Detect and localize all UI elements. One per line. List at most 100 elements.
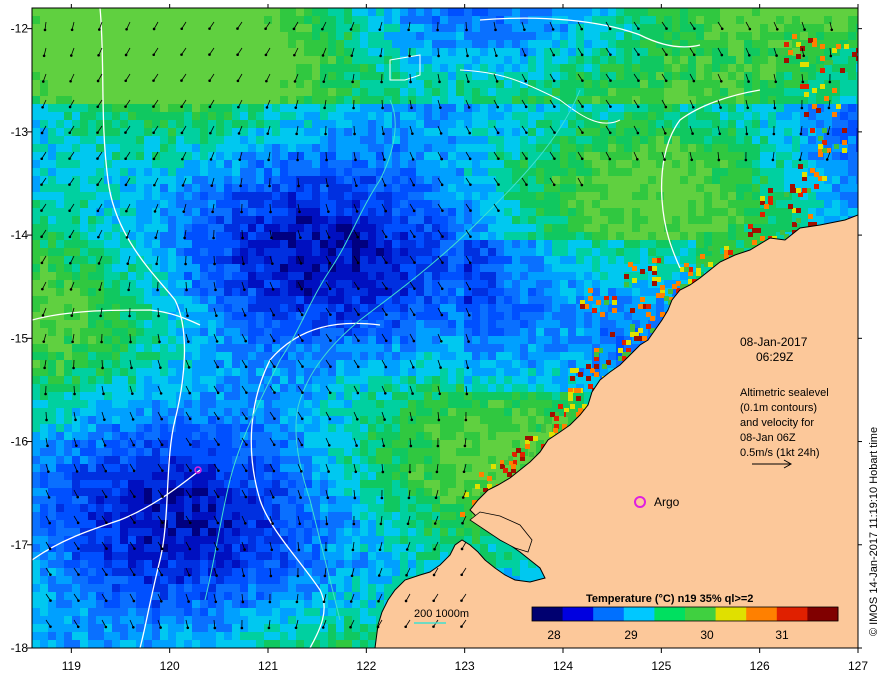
sst-pixel [616, 296, 624, 304]
sst-pixel [856, 160, 858, 168]
sst-pixel [704, 24, 712, 32]
sst-pixel [216, 56, 224, 64]
sst-pixel [352, 352, 360, 360]
sst-pixel [264, 240, 272, 248]
sst-pixel [312, 128, 320, 136]
sst-pixel [744, 208, 752, 216]
sst-pixel [96, 168, 104, 176]
sst-pixel [296, 8, 304, 16]
sst-pixel [856, 168, 858, 176]
sst-pixel [808, 56, 816, 64]
sst-pixel [384, 72, 392, 80]
sst-pixel [616, 40, 624, 48]
sst-pixel [512, 376, 520, 384]
sst-pixel [856, 176, 858, 184]
sst-pixel [608, 184, 616, 192]
sst-pixel [240, 104, 248, 112]
sst-pixel [456, 288, 464, 296]
sst-pixel [400, 208, 408, 216]
sst-pixel [272, 208, 280, 216]
sst-pixel [536, 96, 544, 104]
sst-pixel [696, 224, 704, 232]
sst-pixel [312, 112, 320, 120]
sst-pixel [312, 200, 320, 208]
sst-pixel [176, 288, 184, 296]
sst-pixel [600, 104, 608, 112]
sst-pixel [744, 144, 752, 152]
sst-pixel [112, 160, 120, 168]
sst-pixel [128, 184, 136, 192]
sst-pixel [432, 160, 440, 168]
sst-pixel [848, 72, 856, 80]
sst-pixel [480, 32, 488, 40]
sst-pixel [696, 40, 704, 48]
sst-pixel [112, 328, 120, 336]
sst-pixel [496, 264, 504, 272]
sst-pixel [464, 328, 472, 336]
sst-pixel [112, 240, 120, 248]
sst-pixel [616, 192, 624, 200]
sst-pixel [344, 104, 352, 112]
sst-pixel [232, 136, 240, 144]
sst-pixel [640, 120, 648, 128]
sst-pixel [808, 176, 816, 184]
sst-pixel [424, 216, 432, 224]
sst-pixel [192, 24, 200, 32]
sst-pixel [40, 368, 48, 376]
sst-pixel [744, 168, 752, 176]
sst-pixel [448, 232, 456, 240]
sst-pixel [264, 320, 272, 328]
sst-pixel [440, 16, 448, 24]
sst-pixel [656, 112, 664, 120]
sst-pixel [488, 216, 496, 224]
sst-pixel [728, 144, 736, 152]
sst-pixel [232, 56, 240, 64]
sst-pixel [400, 24, 408, 32]
sst-pixel [344, 96, 352, 104]
sst-pixel [704, 192, 712, 200]
sst-pixel [712, 64, 720, 72]
sst-pixel [680, 160, 688, 168]
sst-pixel [248, 336, 256, 344]
sst-pixel [216, 280, 224, 288]
sst-pixel [400, 96, 408, 104]
sst-pixel [168, 112, 176, 120]
sst-pixel [288, 176, 296, 184]
sst-pixel [384, 8, 392, 16]
sst-pixel [336, 24, 344, 32]
sst-pixel [240, 168, 248, 176]
sst-pixel [328, 240, 336, 248]
sst-pixel [424, 40, 432, 48]
sst-pixel [528, 328, 536, 336]
sst-pixel [128, 104, 136, 112]
sst-pixel [568, 184, 576, 192]
sst-pixel [848, 192, 856, 200]
sst-pixel [336, 152, 344, 160]
sst-pixel [608, 8, 616, 16]
sst-pixel [584, 320, 592, 328]
sst-pixel [480, 168, 488, 176]
sst-pixel [160, 152, 168, 160]
sst-pixel [360, 232, 368, 240]
sst-pixel [520, 232, 528, 240]
sst-pixel [200, 256, 208, 264]
sst-pixel [128, 232, 136, 240]
sst-pixel [152, 216, 160, 224]
sst-pixel [480, 216, 488, 224]
sst-pixel [584, 56, 592, 64]
sst-pixel [592, 128, 600, 136]
sst-pixel [552, 368, 560, 376]
sst-pixel [848, 120, 856, 128]
sst-pixel [744, 32, 752, 40]
sst-pixel [96, 216, 104, 224]
sst-pixel [312, 352, 320, 360]
sst-pixel [528, 128, 536, 136]
sst-pixel [72, 16, 80, 24]
sst-pixel [536, 336, 544, 344]
sst-pixel [616, 304, 624, 312]
sst-pixel [344, 24, 352, 32]
sst-pixel [448, 104, 456, 112]
sst-pixel [280, 152, 288, 160]
sst-pixel [272, 280, 280, 288]
sst-pixel [240, 296, 248, 304]
